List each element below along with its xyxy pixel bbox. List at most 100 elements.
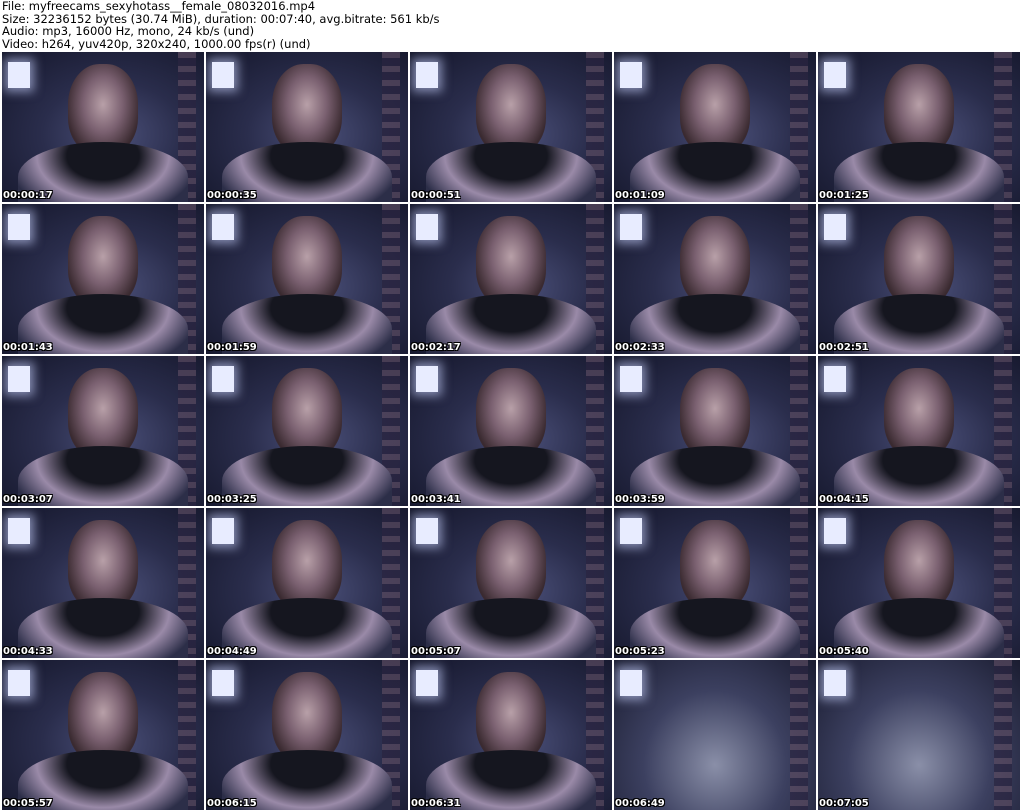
video-thumbnail[interactable]: 00:00:17	[2, 52, 204, 202]
person-head	[68, 672, 138, 762]
video-thumbnail[interactable]: 00:00:35	[206, 52, 408, 202]
video-thumbnail[interactable]: 00:02:33	[614, 204, 816, 354]
window-light	[620, 214, 642, 240]
window-light	[416, 670, 438, 696]
window-light	[416, 366, 438, 392]
person-head	[884, 216, 954, 306]
timestamp: 00:05:57	[3, 798, 53, 809]
video-thumbnail[interactable]: 00:05:40	[818, 508, 1020, 658]
video-thumbnail[interactable]: 00:03:41	[410, 356, 612, 506]
video-thumbnail[interactable]: 00:05:57	[2, 660, 204, 810]
window-light	[824, 670, 846, 696]
window-light	[8, 62, 30, 88]
person-head	[884, 64, 954, 154]
window-light	[212, 62, 234, 88]
person-head	[476, 672, 546, 762]
window-light	[8, 518, 30, 544]
window-light	[8, 366, 30, 392]
video-thumbnail[interactable]: 00:01:59	[206, 204, 408, 354]
timestamp: 00:07:05	[819, 798, 869, 809]
thumbnail-grid: 00:00:17 00:00:35 00:00:51 00:01:09 00:01:25…	[2, 52, 1020, 810]
timestamp: 00:06:15	[207, 798, 257, 809]
person-head	[476, 64, 546, 154]
video-thumbnail[interactable]: 00:06:15	[206, 660, 408, 810]
timestamp: 00:05:40	[819, 646, 869, 657]
video-thumbnail[interactable]: 00:01:09	[614, 52, 816, 202]
window-light	[416, 518, 438, 544]
video-thumbnail[interactable]: 00:03:25	[206, 356, 408, 506]
timestamp: 00:02:33	[615, 342, 665, 353]
timestamp: 00:03:25	[207, 494, 257, 505]
person-head	[272, 64, 342, 154]
video-thumbnail[interactable]: 00:03:59	[614, 356, 816, 506]
video-thumbnail[interactable]: 00:02:17	[410, 204, 612, 354]
window-light	[620, 670, 642, 696]
timestamp: 00:04:49	[207, 646, 257, 657]
video-thumbnail[interactable]: 00:01:25	[818, 52, 1020, 202]
person-head	[680, 216, 750, 306]
video-thumbnail[interactable]: 00:04:49	[206, 508, 408, 658]
timestamp: 00:04:33	[3, 646, 53, 657]
timestamp: 00:01:25	[819, 190, 869, 201]
audio-info: Audio: mp3, 16000 Hz, mono, 24 kb/s (und…	[2, 24, 255, 38]
window-light	[212, 518, 234, 544]
window-light	[824, 518, 846, 544]
video-thumbnail[interactable]: 00:05:07	[410, 508, 612, 658]
window-light	[824, 62, 846, 88]
timestamp: 00:03:07	[3, 494, 53, 505]
person-head	[68, 520, 138, 610]
window-light	[212, 214, 234, 240]
person-head	[476, 216, 546, 306]
window-light	[620, 518, 642, 544]
timestamp: 00:01:09	[615, 190, 665, 201]
video-thumbnail[interactable]: 00:06:49	[614, 660, 816, 810]
timestamp: 00:00:17	[3, 190, 53, 201]
file-name: File: myfreecams_sexyhotass__female_0803…	[2, 0, 316, 13]
file-info-header: File: myfreecams_sexyhotass__female_0803…	[2, 0, 440, 50]
window-light	[824, 366, 846, 392]
window-light	[416, 62, 438, 88]
person-head	[68, 64, 138, 154]
background-decor	[790, 660, 808, 810]
timestamp: 00:01:59	[207, 342, 257, 353]
timestamp: 00:06:31	[411, 798, 461, 809]
timestamp: 00:02:17	[411, 342, 461, 353]
timestamp: 00:00:35	[207, 190, 257, 201]
video-thumbnail[interactable]: 00:05:23	[614, 508, 816, 658]
timestamp: 00:03:41	[411, 494, 461, 505]
timestamp: 00:05:07	[411, 646, 461, 657]
window-light	[8, 214, 30, 240]
window-light	[620, 62, 642, 88]
background-decor	[994, 660, 1012, 810]
person-head	[680, 64, 750, 154]
timestamp: 00:00:51	[411, 190, 461, 201]
window-light	[620, 366, 642, 392]
window-light	[212, 366, 234, 392]
window-light	[8, 670, 30, 696]
window-light	[416, 214, 438, 240]
timestamp: 00:05:23	[615, 646, 665, 657]
video-thumbnail[interactable]: 00:00:51	[410, 52, 612, 202]
person-head	[272, 368, 342, 458]
person-head	[680, 368, 750, 458]
timestamp: 00:01:43	[3, 342, 53, 353]
person-head	[884, 520, 954, 610]
window-light	[212, 670, 234, 696]
timestamp: 00:02:51	[819, 342, 869, 353]
video-thumbnail[interactable]: 00:04:15	[818, 356, 1020, 506]
video-thumbnail[interactable]: 00:01:43	[2, 204, 204, 354]
person-head	[476, 520, 546, 610]
video-thumbnail[interactable]: 00:03:07	[2, 356, 204, 506]
window-light	[824, 214, 846, 240]
person-head	[272, 216, 342, 306]
timestamp: 00:06:49	[615, 798, 665, 809]
video-info: Video: h264, yuv420p, 320x240, 1000.00 f…	[2, 36, 311, 51]
person-head	[68, 368, 138, 458]
person-head	[884, 368, 954, 458]
video-thumbnail[interactable]: 00:07:05	[818, 660, 1020, 810]
timestamp: 00:03:59	[615, 494, 665, 505]
video-thumbnail[interactable]: 00:02:51	[818, 204, 1020, 354]
video-thumbnail[interactable]: 00:06:31	[410, 660, 612, 810]
video-thumbnail[interactable]: 00:04:33	[2, 508, 204, 658]
person-head	[272, 520, 342, 610]
